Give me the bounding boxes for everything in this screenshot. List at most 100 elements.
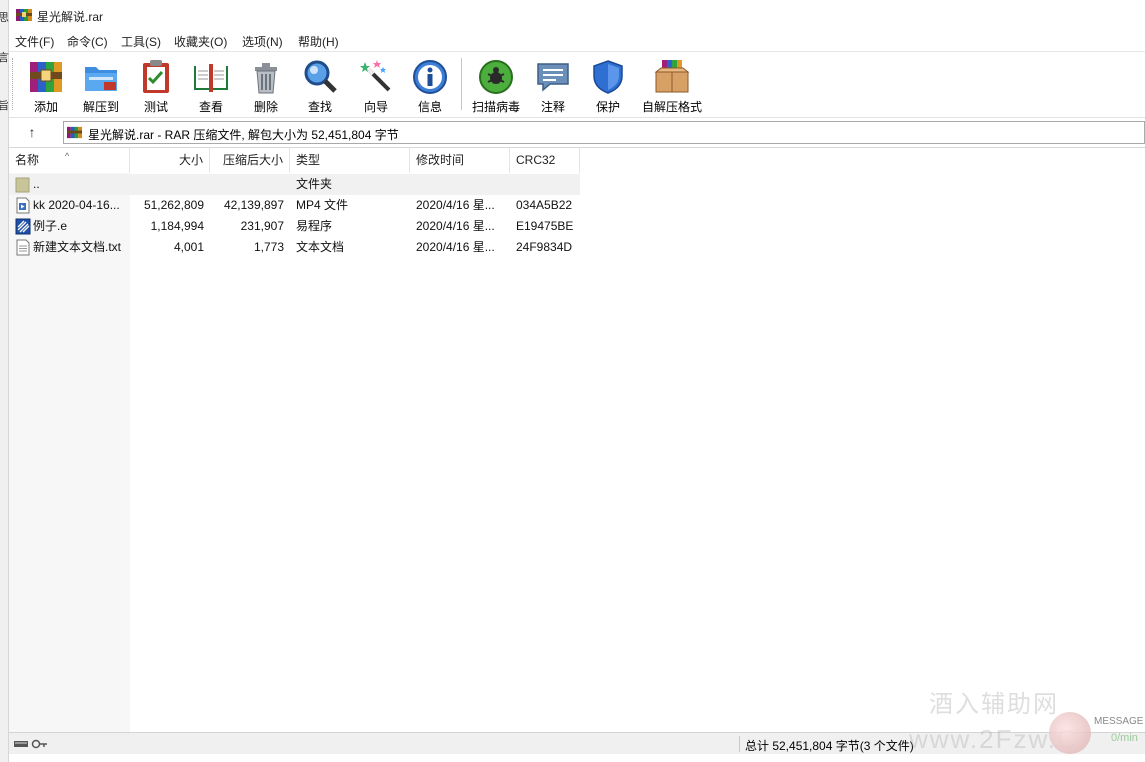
row-packed: 231,907	[240, 219, 284, 233]
archive-path-text: 星光解说.rar - RAR 压缩文件, 解包大小为 52,451,804 字节	[88, 128, 399, 142]
test-button[interactable]: 测试	[131, 56, 181, 114]
trash-icon	[255, 63, 277, 94]
add-label: 添加	[33, 100, 58, 114]
shield-icon	[593, 60, 623, 94]
column-header-type[interactable]: 类型	[290, 148, 410, 173]
status-total: 总计 52,451,804 字节(3 个文件)	[745, 739, 914, 753]
sfx-button[interactable]: 自解压格式	[637, 56, 707, 114]
toolbar-grip[interactable]	[12, 58, 15, 110]
rar-archive-icon	[67, 126, 82, 139]
table-row[interactable]: 例子.e 1,184,994 231,907 易程序 2020/4/16 星..…	[9, 216, 580, 237]
row-type: 文本文档	[296, 240, 345, 254]
up-folder-button[interactable]: ↑	[21, 121, 43, 143]
row-crc: E19475BE	[516, 219, 574, 233]
archive-path-field[interactable]: 星光解说.rar - RAR 压缩文件, 解包大小为 52,451,804 字节	[63, 121, 1145, 144]
wizard-button[interactable]: 向导	[351, 56, 401, 114]
comment-button[interactable]: 注释	[529, 56, 577, 114]
view-label: 查看	[198, 100, 223, 114]
virus-scan-label: 扫描病毒	[471, 100, 520, 114]
extract-to-button[interactable]: 解压到	[75, 56, 127, 114]
menu-favorites[interactable]: 收藏夹(O)	[174, 33, 227, 50]
arrow-up-icon: ↑	[28, 124, 36, 140]
drive-key-icon	[14, 739, 47, 749]
wizard-label: 向导	[363, 100, 388, 114]
column-header-packed[interactable]: 压缩后大小	[210, 148, 290, 173]
row-name: 例子.e	[33, 219, 68, 233]
view-button[interactable]: 查看	[185, 56, 237, 114]
protect-button[interactable]: 保护	[583, 56, 633, 114]
sfx-box-icon	[654, 60, 690, 93]
toolbar-separator	[461, 58, 462, 110]
video-file-icon	[16, 197, 30, 214]
column-header-modified[interactable]: 修改时间	[410, 148, 510, 173]
find-button[interactable]: 查找	[295, 56, 345, 114]
row-type: 易程序	[296, 219, 333, 233]
row-crc	[516, 174, 580, 195]
column-header-crc[interactable]: CRC32	[510, 148, 580, 173]
status-divider	[739, 736, 740, 752]
virus-scan-icon	[479, 60, 513, 94]
virus-scan-button[interactable]: 扫描病毒	[467, 56, 525, 114]
wizard-wand-icon	[360, 60, 391, 92]
row-type: 文件夹	[296, 177, 333, 191]
e-program-icon	[15, 218, 31, 235]
row-modified: 2020/4/16 星...	[416, 219, 495, 233]
winrar-app-icon	[16, 9, 32, 21]
comment-icon	[537, 63, 569, 92]
comment-label: 注释	[540, 100, 565, 114]
background-window-strip: 思 言 旨	[0, 0, 9, 762]
file-list[interactable]: 名称 ^ 大小 压缩后大小 类型 修改时间 CRC32 .. 文件夹 kk 20…	[9, 147, 1145, 733]
row-modified: 2020/4/16 星...	[416, 198, 495, 212]
magnifier-icon	[304, 60, 337, 93]
winrar-window: 星光解说.rar 文件(F) 命令(C) 工具(S) 收藏夹(O) 选项(N) …	[9, 0, 1145, 762]
add-button[interactable]: 添加	[21, 56, 71, 114]
delete-button[interactable]: 删除	[241, 56, 291, 114]
find-label: 查找	[307, 100, 332, 114]
menu-file[interactable]: 文件(F)	[15, 33, 54, 50]
row-crc: 034A5B22	[516, 198, 573, 212]
window-title: 星光解说.rar	[37, 10, 104, 24]
row-size: 1,184,994	[150, 219, 204, 233]
menu-options[interactable]: 选项(N)	[242, 33, 283, 50]
row-modified: 2020/4/16 星...	[416, 240, 495, 254]
menu-tools[interactable]: 工具(S)	[121, 33, 161, 50]
folder-icon	[15, 177, 30, 193]
address-bar: ↑ 星光解说.rar - RAR 压缩文件, 解包大小为 52,451,804 …	[9, 117, 1145, 146]
table-row[interactable]: .. 文件夹	[9, 174, 580, 195]
table-row[interactable]: 新建文本文档.txt 4,001 1,773 文本文档 2020/4/16 星.…	[9, 237, 580, 258]
message-rate: 0/min	[1111, 732, 1138, 744]
extract-to-label: 解压到	[82, 100, 119, 114]
table-row[interactable]: kk 2020-04-16... 51,262,809 42,139,897 M…	[9, 195, 580, 216]
message-label: MESSAGE	[1094, 716, 1144, 727]
column-header-size[interactable]: 大小	[130, 148, 210, 173]
window-bottom-edge	[9, 754, 1145, 762]
info-button[interactable]: 信息	[405, 56, 455, 114]
row-packed: 42,139,897	[223, 198, 284, 212]
watermark-text: 酒入辅助网	[929, 691, 1059, 718]
toolbar: 添加 解压到 测试 查看 删除 查找 向导 信息 扫描病毒 注释 保护 自解压格…	[9, 51, 1145, 117]
extract-to-folder-icon	[85, 67, 117, 91]
background-char: 旨	[0, 100, 9, 112]
add-archive-icon	[30, 62, 62, 92]
view-book-icon	[194, 64, 228, 92]
row-modified	[416, 174, 508, 195]
message-avatar[interactable]	[1049, 712, 1091, 754]
menu-command[interactable]: 命令(C)	[67, 33, 108, 50]
row-size: 4,001	[173, 240, 204, 254]
test-label: 测试	[143, 100, 168, 114]
menu-help[interactable]: 帮助(H)	[298, 33, 339, 50]
delete-label: 删除	[253, 100, 278, 114]
info-icon	[413, 60, 447, 94]
column-header-name[interactable]: 名称 ^	[9, 148, 130, 173]
menu-bar: 文件(F) 命令(C) 工具(S) 收藏夹(O) 选项(N) 帮助(H)	[9, 30, 1145, 51]
row-name: kk 2020-04-16...	[33, 198, 120, 212]
row-size: 51,262,809	[143, 198, 204, 212]
row-type: MP4 文件	[296, 198, 349, 212]
sort-ascending-icon: ^	[65, 151, 70, 161]
row-name: ..	[33, 177, 40, 191]
row-crc: 24F9834D	[516, 240, 573, 254]
title-bar[interactable]: 星光解说.rar	[9, 0, 1145, 30]
row-name: 新建文本文档.txt	[33, 240, 122, 254]
row-size	[130, 174, 204, 195]
background-char: 思	[0, 12, 9, 24]
